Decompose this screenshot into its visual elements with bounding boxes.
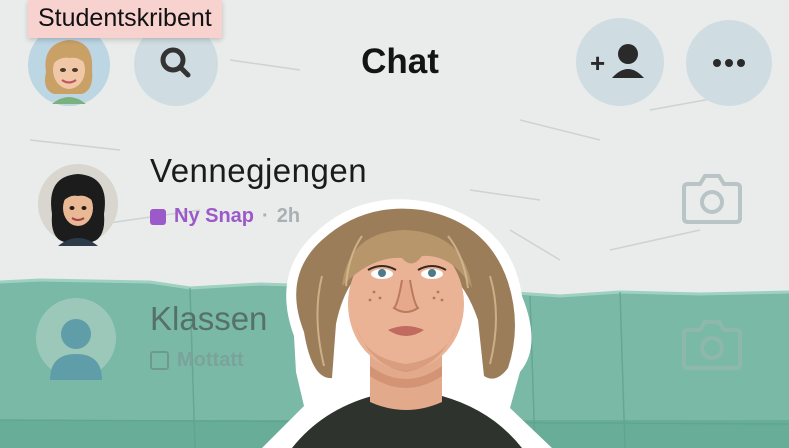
chat-screen-illustration: Studentskribent Chat + Vennegjengen Ny S… xyxy=(0,0,789,448)
add-friend-button[interactable]: + xyxy=(576,18,664,106)
chat-avatar-klassen[interactable] xyxy=(34,296,118,380)
girl-illustration xyxy=(262,199,552,448)
svg-text:+: + xyxy=(590,48,605,78)
page-title: Chat xyxy=(361,42,439,81)
chat-name[interactable]: Klassen xyxy=(150,300,267,338)
camera-icon[interactable] xyxy=(680,316,744,372)
add-friend-icon: + xyxy=(590,44,644,78)
more-options-button[interactable] xyxy=(686,20,772,106)
group-avatar-icon xyxy=(38,164,118,246)
received-icon xyxy=(150,351,169,370)
more-icon xyxy=(713,59,745,67)
chat-name[interactable]: Vennegjengen xyxy=(150,152,367,190)
chat-status-text: Mottatt xyxy=(177,349,244,371)
default-avatar-icon xyxy=(36,298,116,380)
new-snap-icon xyxy=(150,208,166,225)
camera-icon[interactable] xyxy=(680,170,744,226)
caption-label: Studentskribent xyxy=(28,0,222,38)
chat-status-text: Ny Snap xyxy=(174,205,255,227)
chat-status: Mottatt xyxy=(150,349,244,372)
chat-avatar-vennegjengen[interactable] xyxy=(30,164,120,246)
